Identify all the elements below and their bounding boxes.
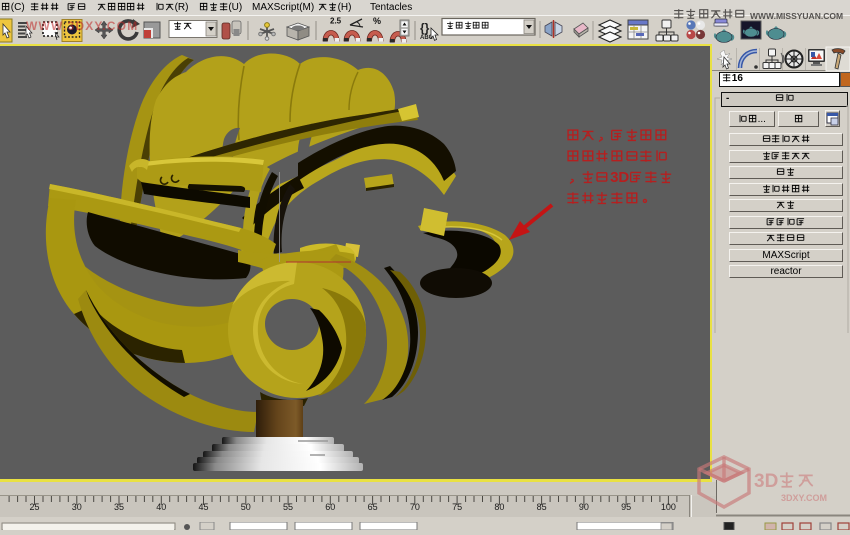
svg-text:%: % bbox=[373, 16, 381, 26]
svg-text:2.5: 2.5 bbox=[330, 17, 342, 26]
svg-text:{}: {} bbox=[420, 21, 430, 35]
